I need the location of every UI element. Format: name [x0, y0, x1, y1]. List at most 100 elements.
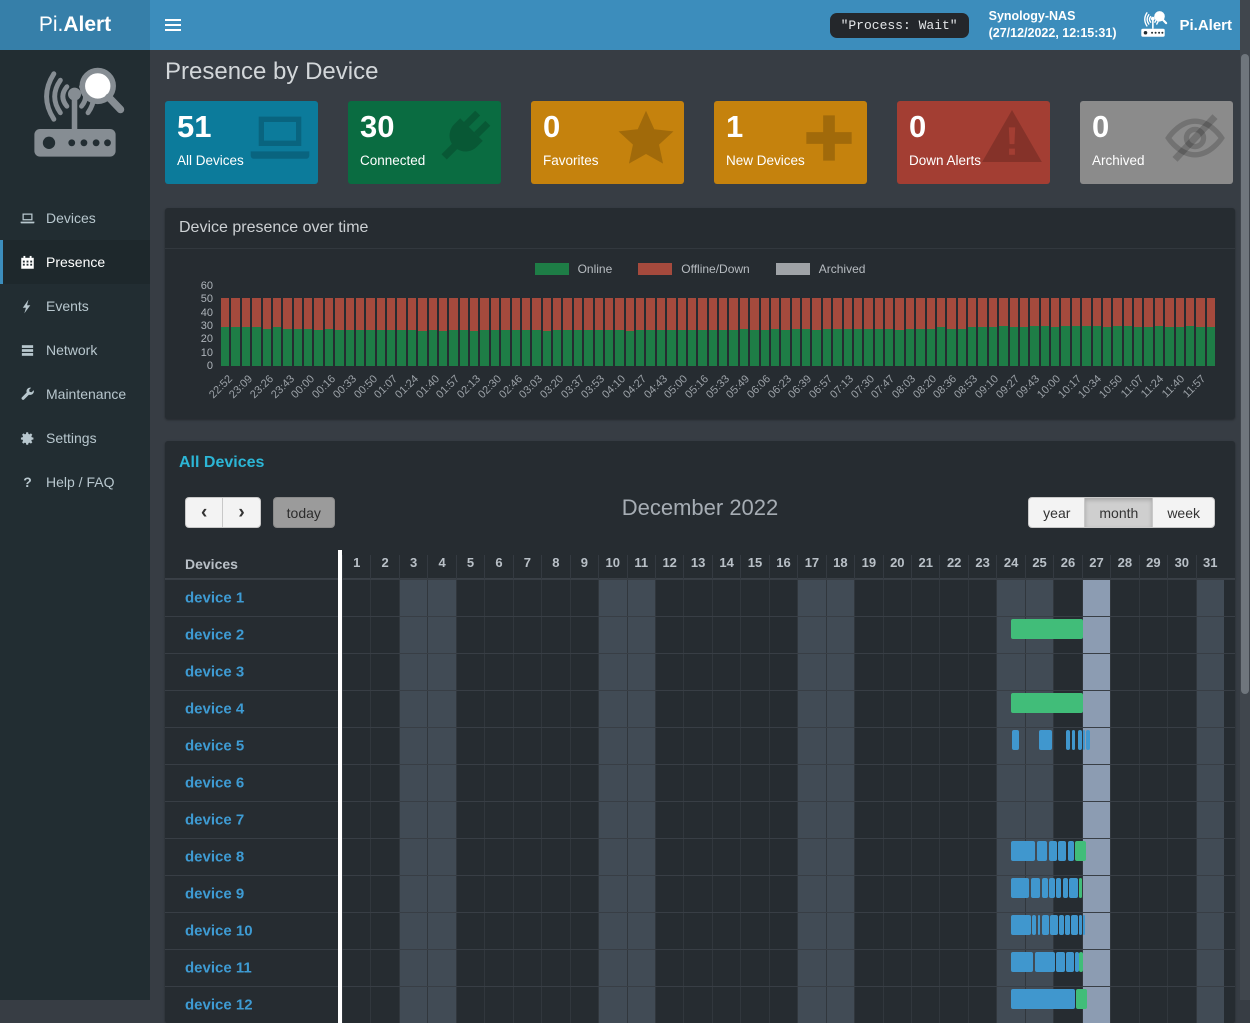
infobox-new-devices[interactable]: 1 New Devices — [714, 101, 867, 184]
session-presence-bar[interactable] — [1011, 952, 1034, 972]
device-name-link[interactable]: device 6 — [185, 775, 244, 792]
sidebar-item-help[interactable]: ? Help / FAQ — [0, 460, 150, 504]
legend-item: Offline/Down — [638, 262, 749, 276]
infobox-down-alerts[interactable]: 0 Down Alerts — [897, 101, 1050, 184]
online-segment — [678, 330, 686, 366]
session-presence-bar[interactable] — [1012, 730, 1019, 750]
sidebar-item-devices[interactable]: Devices — [0, 196, 150, 240]
day-header-cell: 31 — [1196, 555, 1224, 579]
x-tick-label: 23:26 — [248, 373, 276, 401]
session-presence-bar[interactable] — [1038, 915, 1041, 935]
sidebar-toggle-button[interactable] — [150, 0, 196, 50]
session-presence-bar[interactable] — [1059, 915, 1064, 935]
device-name-link[interactable]: device 2 — [185, 627, 244, 644]
session-presence-bar[interactable] — [1065, 915, 1070, 935]
session-presence-bar[interactable] — [1066, 730, 1070, 750]
offline-segment — [1207, 298, 1215, 327]
session-presence-bar[interactable] — [1069, 878, 1078, 898]
session-presence-bar[interactable] — [1031, 878, 1041, 898]
sidebar-item-settings[interactable]: Settings — [0, 416, 150, 460]
sidebar-item-network[interactable]: Network — [0, 328, 150, 372]
session-presence-bar[interactable] — [1078, 730, 1081, 750]
session-presence-bar[interactable] — [1037, 841, 1047, 861]
sidebar-item-presence[interactable]: Presence — [0, 240, 150, 284]
y-tick-label: 0 — [183, 360, 213, 372]
chart-bar — [989, 286, 997, 366]
session-presence-bar[interactable] — [1011, 915, 1031, 935]
session-presence-bar[interactable] — [1072, 730, 1075, 750]
app-label: Pi.Alert — [1179, 17, 1232, 34]
session-presence-bar[interactable] — [1058, 841, 1066, 861]
device-name-link[interactable]: device 4 — [185, 701, 244, 718]
device-name-link[interactable]: device 3 — [185, 664, 244, 681]
x-axis-labels: 22:5223:0923:2623:4300:0000:1600:3300:50… — [221, 366, 1215, 413]
session-presence-bar[interactable] — [1063, 878, 1068, 898]
device-name-link[interactable]: device 10 — [185, 923, 253, 940]
offline-segment — [937, 298, 945, 327]
chart-bar — [895, 286, 903, 366]
infobox-favorites[interactable]: 0 Favorites — [531, 101, 684, 184]
chart-bar — [273, 286, 281, 366]
session-presence-bar[interactable] — [1032, 915, 1036, 935]
session-presence-bar[interactable] — [1042, 878, 1048, 898]
day-header-cell: 6 — [484, 555, 512, 579]
session-presence-bar[interactable] — [1049, 841, 1057, 861]
sidebar-item-maintenance[interactable]: Maintenance — [0, 372, 150, 416]
device-name-link[interactable]: device 11 — [185, 960, 252, 977]
device-name-link[interactable]: device 9 — [185, 886, 244, 903]
session-presence-bar[interactable] — [1035, 952, 1055, 972]
session-presence-bar[interactable] — [1056, 952, 1065, 972]
online-presence-bar[interactable] — [1011, 693, 1084, 713]
sidebar-item-events[interactable]: Events — [0, 284, 150, 328]
session-presence-bar[interactable] — [1011, 841, 1035, 861]
device-name-link[interactable]: device 7 — [185, 812, 244, 829]
session-presence-bar[interactable] — [1050, 915, 1057, 935]
infobox-all-devices[interactable]: 51 All Devices — [165, 101, 318, 184]
online-presence-bar[interactable] — [1011, 619, 1084, 639]
brand-logo[interactable]: Pi.Alert — [0, 0, 150, 50]
view-year-button[interactable]: year — [1028, 497, 1084, 528]
offline-segment — [1061, 298, 1069, 326]
chart-bar — [387, 286, 395, 366]
session-presence-bar[interactable] — [1079, 915, 1081, 935]
offline-segment — [678, 298, 686, 330]
session-presence-bar[interactable] — [1068, 841, 1074, 861]
session-presence-bar[interactable] — [1056, 878, 1061, 898]
infobox-connected[interactable]: 30 Connected — [348, 101, 501, 184]
legend-item: Online — [535, 262, 613, 276]
online-presence-bar[interactable] — [1075, 841, 1086, 861]
session-presence-bar[interactable] — [1071, 915, 1078, 935]
day-header-cell: 24 — [996, 555, 1024, 579]
session-presence-bar[interactable] — [1049, 878, 1055, 898]
session-presence-bar[interactable] — [1083, 915, 1085, 935]
online-presence-bar[interactable] — [1079, 878, 1082, 898]
chart-bar — [1061, 286, 1069, 366]
view-month-button[interactable]: month — [1084, 497, 1152, 528]
infobox-archived[interactable]: 0 Archived — [1080, 101, 1233, 184]
chart-bar — [1124, 286, 1132, 366]
session-presence-bar[interactable] — [1011, 878, 1029, 898]
device-name-link[interactable]: device 5 — [185, 738, 244, 755]
session-presence-bar[interactable] — [1066, 952, 1074, 972]
device-row: device 1 — [165, 579, 1235, 616]
offline-segment — [397, 298, 405, 330]
view-week-button[interactable]: week — [1152, 497, 1215, 528]
vertical-scrollbar[interactable] — [1240, 0, 1250, 1000]
offline-segment — [729, 298, 737, 330]
session-presence-bar[interactable] — [1086, 730, 1090, 750]
online-presence-bar[interactable] — [1076, 989, 1087, 1009]
device-name-link[interactable]: device 1 — [185, 590, 244, 607]
session-presence-bar[interactable] — [1011, 989, 1075, 1009]
device-name-link[interactable]: device 8 — [185, 849, 244, 866]
session-presence-bar[interactable] — [1075, 952, 1079, 972]
device-row: device 6 — [165, 764, 1235, 801]
session-presence-bar[interactable] — [1083, 730, 1086, 750]
device-name-link[interactable]: device 12 — [185, 997, 253, 1014]
online-segment — [408, 330, 416, 366]
online-segment — [1103, 327, 1111, 366]
session-presence-bar[interactable] — [1039, 730, 1052, 750]
scrollbar-thumb[interactable] — [1241, 54, 1249, 694]
session-presence-bar[interactable] — [1042, 915, 1049, 935]
chart-bar — [1082, 286, 1090, 366]
online-presence-bar[interactable] — [1079, 952, 1083, 972]
